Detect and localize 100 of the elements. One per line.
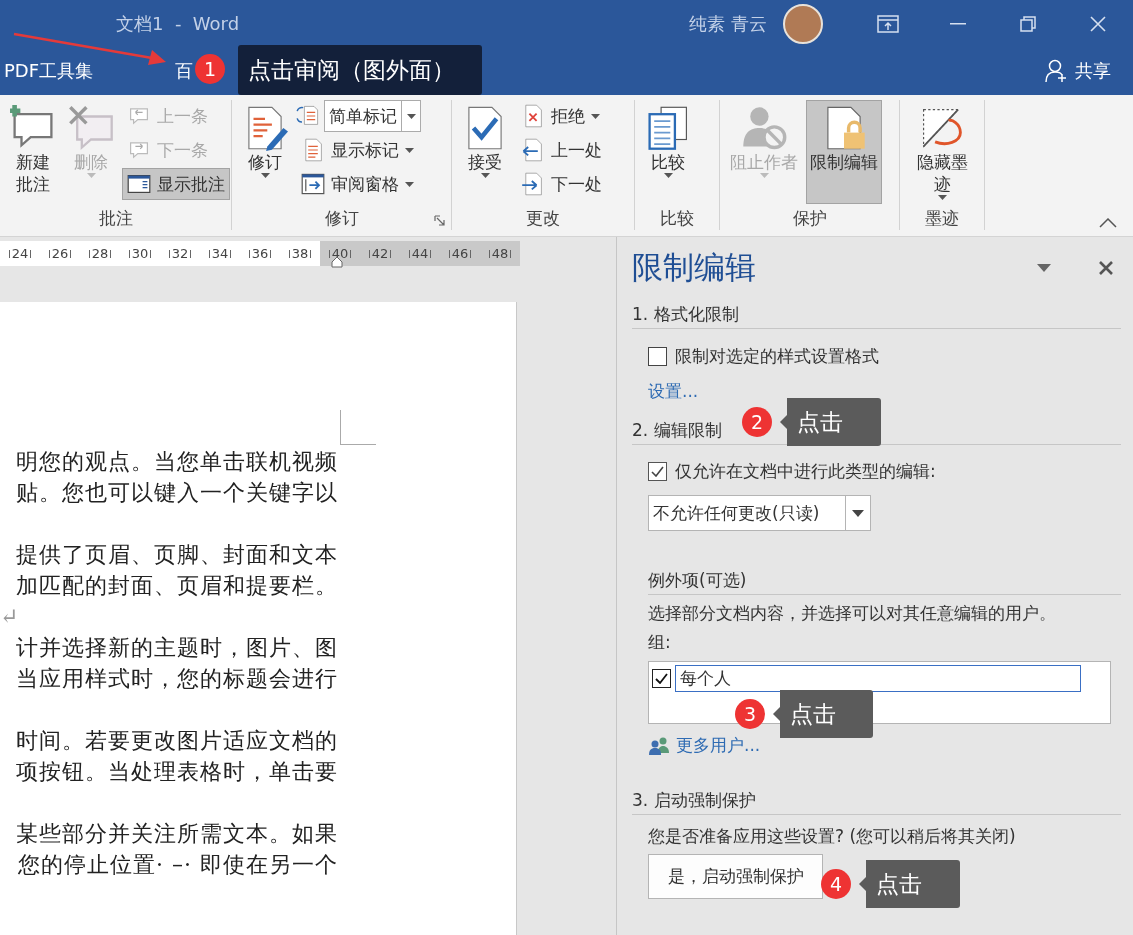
caret-icon xyxy=(759,173,769,179)
section-heading: 1. 格式化限制 xyxy=(632,303,1121,329)
question-text: 您是否准备应用这些设置? (您可以稍后将其关闭) xyxy=(648,825,1016,848)
caret-icon xyxy=(86,173,96,179)
collapse-ribbon-icon[interactable] xyxy=(1099,218,1117,228)
step-badge: 2 xyxy=(742,407,772,437)
comment-delete-icon xyxy=(68,105,114,151)
people-icon xyxy=(648,736,670,755)
ruler-number: 26 xyxy=(51,246,69,261)
ribbon-button[interactable]: 上一处 xyxy=(516,134,607,166)
ribbon-button[interactable]: 显示批注 xyxy=(122,168,230,200)
caret-icon xyxy=(937,195,947,201)
ribbon-button[interactable]: 审阅窗格 xyxy=(296,168,421,200)
caret-icon xyxy=(480,173,490,179)
ruler-number: 42 xyxy=(371,246,389,261)
ruler-number: 48 xyxy=(491,246,509,261)
indent-marker[interactable] xyxy=(331,256,343,268)
caret-icon xyxy=(591,113,600,119)
minimize-icon[interactable] xyxy=(950,22,966,25)
text-line: 提供了页眉、页脚、封面和文本 xyxy=(15,541,338,569)
group-label: 比较 xyxy=(660,207,694,230)
dialog-launcher-icon[interactable] xyxy=(434,215,445,226)
text-line: 加匹配的封面、页眉和提要栏。 xyxy=(15,572,338,600)
text-line: 项按钮。当处理表格时，单击要 xyxy=(15,758,338,786)
caret-icon xyxy=(663,173,673,179)
paragraph-mark: ↵ xyxy=(0,603,21,631)
pane-title: 限制编辑 xyxy=(632,248,756,287)
ribbon-button[interactable]: 新建批注 xyxy=(6,100,60,204)
edit-type-dropdown[interactable]: 不允许任何更改(只读) xyxy=(648,495,871,531)
person-plus-icon xyxy=(1045,59,1067,83)
group-label: 批注 xyxy=(98,207,133,230)
ribbon-button[interactable]: 显示标记 xyxy=(296,134,421,166)
ruler-number: 38 xyxy=(291,246,309,261)
caret-icon xyxy=(405,181,414,187)
group-label: 修订 xyxy=(324,207,359,230)
ribbon-button[interactable]: 限制编辑 xyxy=(806,100,882,204)
ribbon-button[interactable]: 接受 xyxy=(458,100,512,204)
ruler-number: 40 xyxy=(331,246,349,261)
ribbon-button[interactable]: 拒绝 xyxy=(516,100,607,132)
close-icon[interactable] xyxy=(1099,261,1113,275)
ribbon-tab[interactable]: PDF工具集 xyxy=(4,59,94,83)
document-swap-icon xyxy=(296,104,320,128)
step-badge: 4 xyxy=(821,869,851,899)
text-line: 时间。若要更改图片适应文档的 xyxy=(15,727,338,755)
ruler-number: 44 xyxy=(411,246,429,261)
restore-icon[interactable] xyxy=(1020,15,1036,32)
more-users-link[interactable]: 更多用户... xyxy=(676,734,761,757)
ribbon-tab[interactable]: 百 xyxy=(175,59,194,83)
callout: 点击 xyxy=(780,398,881,446)
caret-icon xyxy=(406,113,416,119)
group-label: 保护 xyxy=(792,207,827,230)
groups-label: 组: xyxy=(648,631,671,654)
ruler-number: 34 xyxy=(211,246,229,261)
checkbox-label: 仅允许在文档中进行此类型的编辑: xyxy=(675,460,936,483)
share-button[interactable]: 共享 xyxy=(1045,59,1111,83)
section-heading: 例外项(可选) xyxy=(648,569,1121,595)
ribbon-button[interactable]: 比较 xyxy=(641,100,695,204)
checkbox[interactable] xyxy=(648,462,667,481)
review-pane-icon xyxy=(301,172,325,196)
ribbon-button[interactable]: 下一处 xyxy=(516,168,607,200)
group-label: 墨迹 xyxy=(925,207,959,230)
text-line: 明您的观点。当您单击联机视频 xyxy=(15,448,338,476)
ruler-number: 24 xyxy=(11,246,29,261)
ruler-number: 46 xyxy=(451,246,469,261)
markup-dropdown[interactable]: 简单标记 xyxy=(324,100,421,132)
checkbox[interactable] xyxy=(648,347,667,366)
ruler-number: 32 xyxy=(171,246,189,261)
caret-icon xyxy=(405,147,414,153)
window-title: 文档1 - Word xyxy=(116,11,240,36)
group-label: 更改 xyxy=(526,207,560,230)
document-arrow-icon xyxy=(521,138,545,162)
ribbon-button[interactable]: 隐藏墨迹 xyxy=(906,100,978,204)
ruler-number: 28 xyxy=(91,246,109,261)
caret-icon xyxy=(852,509,864,517)
checkbox[interactable] xyxy=(652,669,671,688)
enforce-button[interactable]: 是，启动强制保护 xyxy=(648,854,823,899)
instruction-banner: 点击审阅（图外面） xyxy=(238,45,482,95)
user-name: 纯素 青云 xyxy=(689,11,767,36)
section-heading: 3. 启动强制保护 xyxy=(632,789,1121,815)
callout: 点击 xyxy=(859,860,960,908)
text-line: 当应用样式时，您的标题会进行 xyxy=(15,665,338,693)
ribbon-display-icon[interactable] xyxy=(877,14,899,33)
person-blocked-icon xyxy=(741,105,787,151)
ruler[interactable]: 24 26 28 30 32 34 36 38 40 42 44 46 48 xyxy=(0,241,520,266)
group-item[interactable]: 每个人 xyxy=(675,665,1081,692)
avatar[interactable] xyxy=(783,3,823,44)
comment-plus-icon xyxy=(10,105,56,151)
description-text: 选择部分文档内容，并选择可以对其任意编辑的用户。 xyxy=(648,602,1056,625)
pane-options-icon[interactable] xyxy=(1037,264,1051,272)
settings-link[interactable]: 设置... xyxy=(648,380,699,403)
ruler-number: 36 xyxy=(251,246,269,261)
comment-pane-icon xyxy=(127,172,151,196)
text-line: 您的停止位置· –· 即使在另一个 xyxy=(17,851,338,879)
text-line: 贴。您也可以键入一个关键字以 xyxy=(15,479,338,507)
ribbon-button[interactable]: 修订 xyxy=(238,100,292,204)
checkbox-label: 限制对选定的样式设置格式 xyxy=(675,345,879,368)
text-line: 计并选择新的主题时，图片、图 xyxy=(15,634,338,662)
text-line: 某些部分并关注所需文本。如果 xyxy=(15,820,338,848)
callout: 点击 xyxy=(773,690,873,738)
ruler-number: 30 xyxy=(131,246,149,261)
